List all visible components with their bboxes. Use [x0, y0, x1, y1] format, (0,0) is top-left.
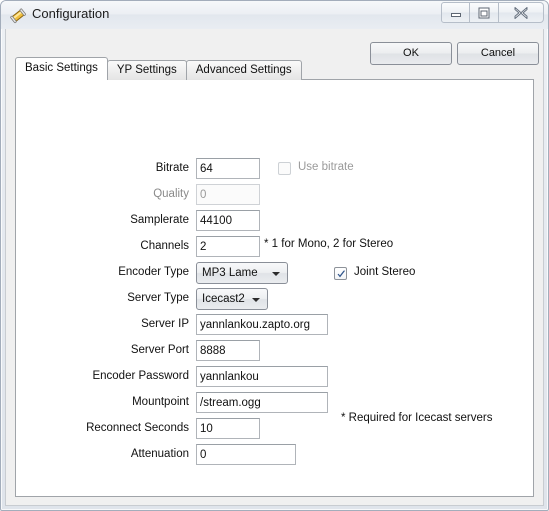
tab-advanced-settings[interactable]: Advanced Settings [185, 60, 302, 80]
form-row-encoder-type: Encoder Type MP3 Lame [16, 262, 516, 284]
label-encoder-type: Encoder Type [118, 266, 189, 278]
input-quality[interactable]: 0 [196, 184, 260, 205]
input-bitrate[interactable]: 64 [196, 158, 260, 179]
use-bitrate-checkbox[interactable] [278, 162, 291, 175]
client-area: OK Cancel Basic Settings YP Settings Adv… [5, 29, 544, 506]
close-button[interactable] [499, 2, 544, 23]
minimize-icon [450, 12, 461, 17]
mountpoint-hint: * Required for Icecast servers [341, 412, 493, 424]
label-samplerate: Samplerate [130, 214, 189, 226]
label-server-port: Server Port [130, 344, 189, 356]
input-attenuation[interactable]: 0 [196, 444, 296, 465]
form-row-server-port: Server Port 8888 [16, 340, 516, 362]
form-row-encoder-password: Encoder Password yannlankou [16, 366, 516, 388]
title-bar[interactable]: Configuration [1, 1, 548, 29]
form-row-attenuation: Attenuation 0 [16, 444, 516, 466]
input-mountpoint[interactable]: /stream.ogg [196, 392, 328, 413]
input-reconnect-seconds[interactable]: 10 [196, 418, 260, 439]
tab-strip: Basic Settings YP Settings Advanced Sett… [15, 57, 302, 80]
configuration-window: Configuration OK Cancel Basic Settings Y… [0, 0, 549, 511]
minimize-button[interactable] [441, 2, 470, 23]
tab-control: Basic Settings YP Settings Advanced Sett… [15, 57, 534, 498]
window-controls [441, 2, 544, 23]
checkmark-icon [337, 270, 346, 278]
label-encoder-password: Encoder Password [92, 370, 189, 382]
form-row-quality: Quality 0 [16, 184, 516, 206]
combo-server-type[interactable]: Icecast2 [196, 288, 268, 310]
combo-value-server-type: Icecast2 [202, 293, 245, 305]
label-channels: Channels [140, 240, 189, 252]
chevron-down-icon[interactable] [252, 298, 260, 302]
label-quality: Quality [153, 188, 189, 200]
form-row-samplerate: Samplerate 44100 [16, 210, 516, 232]
label-server-ip: Server IP [141, 318, 189, 330]
close-icon [514, 6, 528, 19]
tab-basic-settings[interactable]: Basic Settings [15, 57, 108, 80]
input-server-ip[interactable]: yannlankou.zapto.org [196, 314, 328, 335]
maximize-button[interactable] [470, 2, 499, 23]
input-samplerate[interactable]: 44100 [196, 210, 260, 231]
tab-page-basic-settings: Bitrate 64 Quality 0 Samplerate 44100 Channels… [15, 79, 534, 497]
chevron-down-icon[interactable] [272, 272, 280, 276]
app-icon [10, 7, 27, 24]
tab-yp-settings[interactable]: YP Settings [106, 60, 187, 80]
label-bitrate: Bitrate [155, 162, 189, 174]
input-server-port[interactable]: 8888 [196, 340, 260, 361]
channels-hint: * 1 for Mono, 2 for Stereo [264, 238, 394, 250]
input-channels[interactable]: 2 [196, 236, 260, 257]
label-server-type: Server Type [127, 292, 189, 304]
use-bitrate-label: Use bitrate [298, 161, 354, 173]
combo-value-encoder-type: MP3 Lame [202, 267, 258, 279]
label-attenuation: Attenuation [130, 448, 189, 460]
combo-encoder-type[interactable]: MP3 Lame [196, 262, 288, 284]
window-title: Configuration [32, 6, 110, 21]
form-row-server-type: Server Type Icecast2 [16, 288, 516, 310]
maximize-icon [478, 7, 490, 18]
joint-stereo-checkbox[interactable] [334, 267, 347, 280]
form-row-server-ip: Server IP yannlankou.zapto.org [16, 314, 516, 336]
form-row-bitrate: Bitrate 64 [16, 158, 516, 180]
input-encoder-password[interactable]: yannlankou [196, 366, 328, 387]
joint-stereo-label: Joint Stereo [354, 266, 416, 278]
label-reconnect-seconds: Reconnect Seconds [86, 422, 189, 434]
label-mountpoint: Mountpoint [132, 396, 189, 408]
form-row-mountpoint: Mountpoint/stream.ogg [16, 392, 516, 414]
